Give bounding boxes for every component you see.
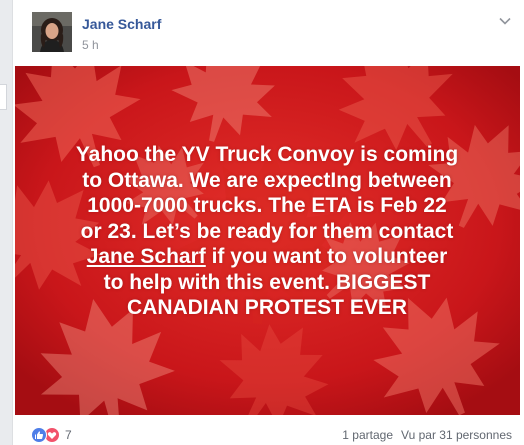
chevron-down-icon[interactable]	[498, 14, 512, 28]
post-footer: 7 1 partage Vu par 31 personnes	[13, 415, 524, 445]
post-header: Jane Scharf 5 h	[13, 0, 524, 66]
post-card: Jane Scharf 5 h Yahoo the YV Truck Convo…	[12, 0, 524, 445]
left-gutter	[0, 0, 10, 445]
image-text-line: CANADIAN PROTEST EVER	[126, 296, 408, 319]
mention-link[interactable]: Jane Scharf	[87, 245, 206, 268]
image-text-line: Yahoo the YV Truck Convoy is coming	[75, 143, 459, 166]
image-text-line: to Ottawa. We are expectIng between	[82, 168, 452, 192]
post-image[interactable]: Yahoo the YV Truck Convoy is coming to O…	[15, 66, 520, 415]
image-text-fragment: if you want to volunteer	[205, 245, 448, 268]
reactions-count: 7	[65, 428, 72, 442]
image-text-line: or 23. Let’s be ready for them contact	[80, 219, 454, 243]
post-timestamp[interactable]: 5 h	[82, 38, 99, 52]
page: Jane Scharf 5 h Yahoo the YV Truck Convo…	[0, 0, 524, 445]
gutter-widget[interactable]	[0, 84, 7, 110]
author-name-link[interactable]: Jane Scharf	[82, 16, 161, 32]
reactions-summary[interactable]: 7	[31, 427, 72, 443]
views-count: Vu par 31 personnes	[401, 428, 512, 442]
post-image-text: Yahoo the YV Truck Convoy is coming to O…	[37, 142, 497, 321]
image-text-line: Jane Scharf if you want to volunteer	[37, 244, 497, 270]
like-reaction-icon	[31, 427, 47, 443]
avatar[interactable]	[32, 12, 72, 52]
shares-count-link[interactable]: 1 partage	[342, 428, 393, 442]
image-text-line: 1000-7000 trucks. The ETA is Feb 22	[87, 194, 447, 217]
image-text-line: to help with this event. BIGGEST	[103, 270, 431, 294]
